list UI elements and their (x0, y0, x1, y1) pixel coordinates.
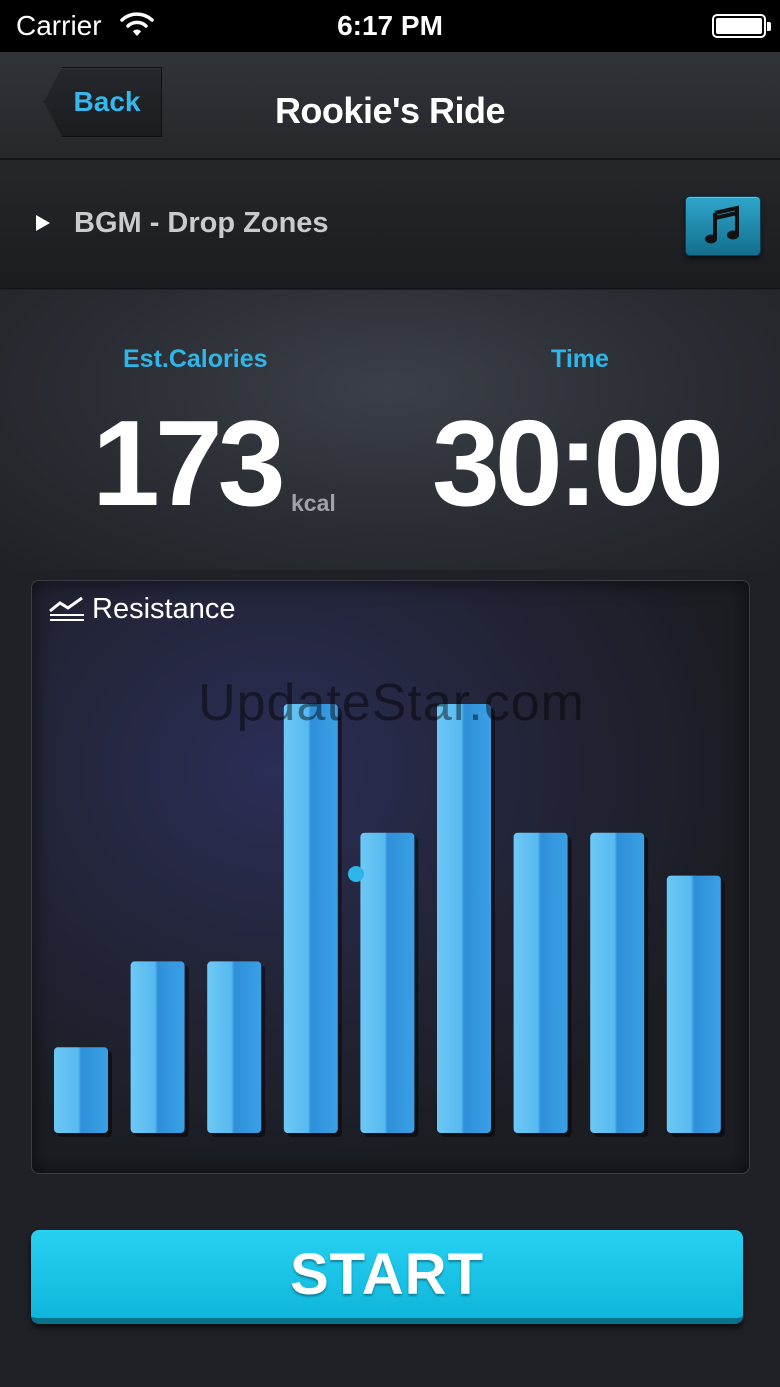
resistance-bar-9 (666, 875, 721, 1133)
resistance-bar-8 (590, 832, 645, 1133)
bgm-track-label: BGM - Drop Zones (74, 207, 329, 239)
workout-stats: Est.Calories Time 173 kcal 30:00 (0, 290, 780, 570)
time-value: 30:00 (432, 395, 724, 531)
page-indicator-dot[interactable] (348, 866, 364, 882)
chart-title: Resistance (92, 593, 236, 625)
music-select-button[interactable] (685, 196, 761, 256)
status-bar: Carrier 6:17 PM (0, 0, 780, 52)
calories-unit: kcal (291, 490, 336, 516)
resistance-bar-6 (437, 704, 491, 1133)
resistance-bar-1 (54, 1047, 108, 1133)
music-note-icon (705, 205, 739, 244)
battery-icon (712, 14, 771, 38)
play-icon (36, 215, 50, 231)
resistance-chart-panel: Resistance UpdateStar.com (31, 580, 750, 1174)
chart-trend-icon (48, 595, 86, 628)
watermark-text: UpdateStar.com (198, 674, 585, 732)
resistance-bar-2 (130, 961, 185, 1133)
resistance-bar-3 (207, 961, 262, 1133)
resistance-bar-5 (360, 832, 415, 1133)
page-title: Rookie's Ride (274, 90, 506, 131)
clock-label: 6:17 PM (337, 10, 443, 41)
calories-value: 173 (92, 395, 286, 531)
calories-label: Est.Calories (123, 345, 268, 373)
start-button[interactable]: START (31, 1230, 743, 1324)
resistance-bar-4 (283, 704, 338, 1133)
resistance-chart (54, 704, 725, 1137)
time-label: Time (551, 345, 609, 373)
navigation-bar: Back Rookie's Ride (0, 52, 780, 160)
bgm-row[interactable]: BGM - Drop Zones (0, 160, 780, 289)
resistance-bar-7 (513, 832, 568, 1133)
